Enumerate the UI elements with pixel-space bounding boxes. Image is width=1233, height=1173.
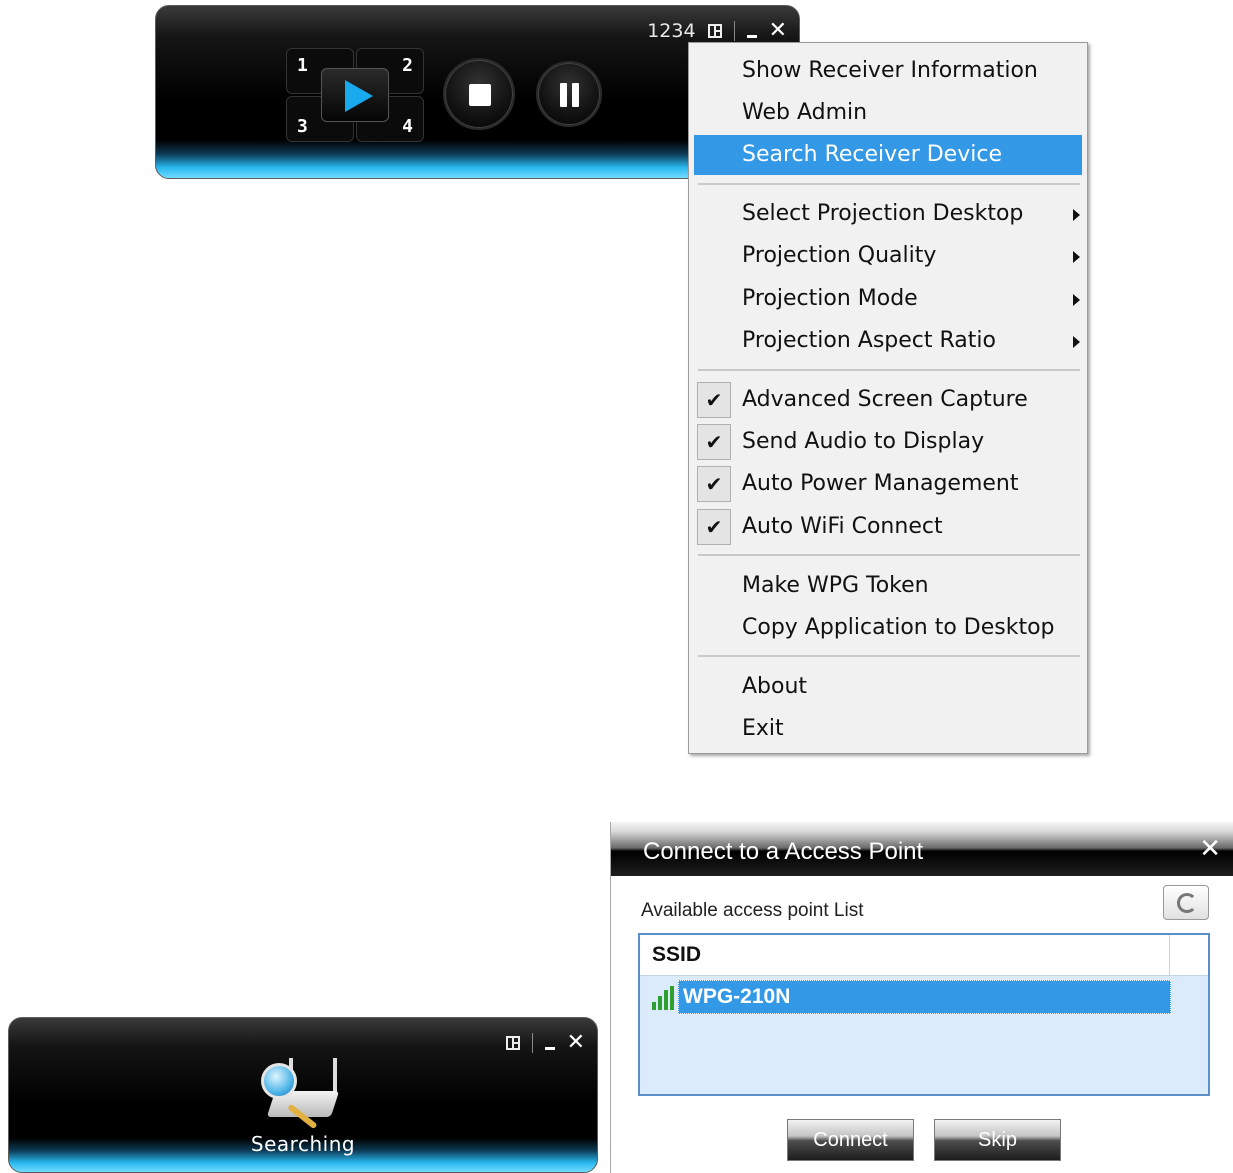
menu-item-advanced-screen-capture[interactable]: ✔ Advanced Screen Capture — [694, 380, 1082, 420]
menu-item-select-projection-desktop[interactable]: Select Projection Desktop — [694, 194, 1082, 234]
menu-item-label: Make WPG Token — [742, 573, 929, 598]
menu-item-label: Advanced Screen Capture — [742, 387, 1028, 412]
menu-item-label: Web Admin — [742, 100, 868, 125]
refresh-button[interactable] — [1163, 885, 1209, 920]
menu-item-label: Search Receiver Device — [742, 142, 1002, 167]
skip-button[interactable]: Skip — [934, 1119, 1061, 1161]
menu-item-label: Copy Application to Desktop — [742, 615, 1055, 640]
menu-separator — [698, 183, 1080, 185]
access-point-list[interactable]: SSID WPG-210N — [638, 933, 1210, 1096]
layout-toggle-icon[interactable] — [707, 24, 722, 38]
stop-button[interactable] — [443, 58, 515, 130]
search-status-text: Searching — [250, 1132, 356, 1156]
divider — [531, 1033, 533, 1053]
close-icon[interactable]: ✕ — [1199, 834, 1221, 864]
ssid-name: WPG-210N — [683, 985, 791, 1008]
minimize-icon[interactable] — [544, 1046, 555, 1050]
checkmark-icon: ✔ — [697, 424, 731, 460]
menu-item-make-wpg-token[interactable]: Make WPG Token — [694, 566, 1082, 606]
column-divider — [1169, 935, 1170, 976]
menu-separator — [698, 554, 1080, 556]
menu-item-label: Projection Aspect Ratio — [742, 328, 996, 353]
submenu-arrow-icon — [1073, 336, 1080, 348]
menu-separator — [698, 655, 1080, 657]
menu-item-projection-quality[interactable]: Projection Quality — [694, 236, 1082, 276]
menu-item-label: Projection Quality — [742, 243, 937, 268]
menu-item-send-audio-to-display[interactable]: ✔ Send Audio to Display — [694, 422, 1082, 462]
dialog-title-bar: Connect to a Access Point ✕ — [611, 822, 1233, 876]
checkmark-icon: ✔ — [697, 466, 731, 502]
dialog-title: Connect to a Access Point — [643, 838, 924, 865]
split-screen-selector: 1 2 3 4 — [286, 48, 424, 142]
list-label: Available access point List — [641, 900, 864, 921]
pause-button[interactable] — [536, 61, 602, 127]
menu-item-label: Auto WiFi Connect — [742, 514, 943, 539]
play-button[interactable] — [321, 68, 389, 122]
quadrant-label: 3 — [297, 116, 308, 137]
menu-item-label: Projection Mode — [742, 286, 918, 311]
connect-button[interactable]: Connect — [787, 1119, 914, 1161]
menu-item-label: Send Audio to Display — [742, 429, 985, 454]
menu-separator — [698, 369, 1080, 371]
layout-toggle-icon[interactable] — [505, 1036, 520, 1050]
session-code: 1234 — [647, 20, 696, 42]
menu-item-label: Exit — [742, 716, 784, 741]
menu-item-label: Show Receiver Information — [742, 58, 1038, 83]
menu-item-show-receiver-info[interactable]: Show Receiver Information — [694, 51, 1082, 91]
ssid-column-header[interactable]: SSID — [652, 943, 701, 967]
quadrant-label: 2 — [402, 55, 413, 76]
menu-item-projection-mode[interactable]: Projection Mode — [694, 279, 1082, 319]
minimize-icon[interactable] — [746, 34, 757, 38]
menu-item-search-receiver-device[interactable]: Search Receiver Device — [694, 135, 1082, 175]
list-item[interactable]: WPG-210N — [678, 980, 1171, 1014]
access-point-dialog: Connect to a Access Point ✕ Available ac… — [610, 822, 1233, 1173]
quadrant-label: 4 — [402, 116, 413, 137]
menu-item-exit[interactable]: Exit — [694, 709, 1082, 749]
divider — [733, 21, 735, 41]
menu-item-web-admin[interactable]: Web Admin — [694, 93, 1082, 133]
menu-item-projection-aspect-ratio[interactable]: Projection Aspect Ratio — [694, 321, 1082, 361]
submenu-arrow-icon — [1073, 209, 1080, 221]
search-router-icon — [261, 1053, 341, 1130]
quadrant-label: 1 — [297, 55, 308, 76]
window-controls: ✕ — [505, 1032, 585, 1054]
close-icon[interactable]: ✕ — [769, 20, 787, 42]
signal-strength-icon — [652, 986, 676, 1010]
context-menu: Show Receiver Information Web Admin Search… — [688, 42, 1088, 754]
menu-item-label: Auto Power Management — [742, 471, 1019, 496]
close-icon[interactable]: ✕ — [567, 1032, 585, 1054]
checkmark-icon: ✔ — [697, 382, 731, 418]
submenu-arrow-icon — [1073, 251, 1080, 263]
menu-item-label: About — [742, 674, 808, 699]
searching-bar: ✕ Searching — [8, 1017, 598, 1173]
menu-item-about[interactable]: About — [694, 667, 1082, 707]
checkmark-icon: ✔ — [697, 509, 731, 545]
menu-item-auto-power-management[interactable]: ✔ Auto Power Management — [694, 464, 1082, 504]
window-controls: 1234 ✕ — [647, 20, 787, 43]
menu-item-auto-wifi-connect[interactable]: ✔ Auto WiFi Connect — [694, 507, 1082, 547]
submenu-arrow-icon — [1073, 294, 1080, 306]
menu-item-copy-application-to-desktop[interactable]: Copy Application to Desktop — [694, 608, 1082, 648]
menu-item-label: Select Projection Desktop — [742, 201, 1024, 226]
list-header: SSID — [640, 935, 1208, 976]
